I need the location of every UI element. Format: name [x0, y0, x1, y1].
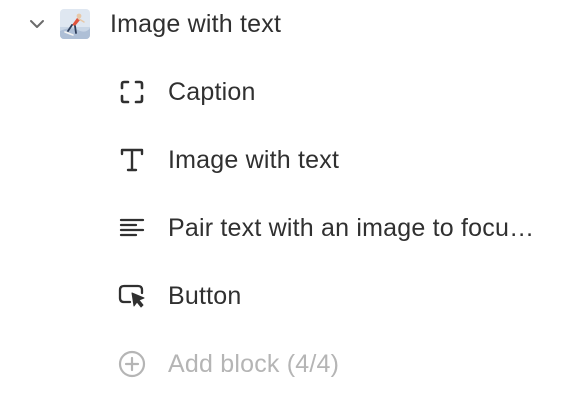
section-tree: Image with text Caption Image with text … [0, 0, 562, 402]
block-item-label: Image with text [168, 145, 340, 174]
section-thumbnail-image [60, 9, 90, 39]
caption-frame-icon [116, 76, 148, 108]
button-cursor-icon [116, 280, 148, 312]
block-item-button[interactable]: Button [116, 276, 241, 316]
chevron-down-icon[interactable] [24, 11, 50, 37]
section-header[interactable]: Image with text [24, 4, 281, 44]
block-item-text[interactable]: Pair text with an image to focus on your… [116, 208, 540, 248]
block-item-label: Pair text with an image to focus on your… [168, 213, 540, 242]
add-block-button[interactable]: Add block (4/4) [116, 344, 339, 384]
paragraph-lines-icon [116, 212, 148, 244]
add-block-label: Add block (4/4) [168, 349, 340, 378]
block-item-label: Caption [168, 77, 256, 106]
plus-circle-icon [116, 348, 148, 380]
block-item-label: Button [168, 281, 242, 310]
block-item-caption[interactable]: Caption [116, 72, 256, 112]
block-item-heading[interactable]: Image with text [116, 140, 339, 180]
section-title: Image with text [110, 9, 282, 38]
heading-text-icon [116, 144, 148, 176]
